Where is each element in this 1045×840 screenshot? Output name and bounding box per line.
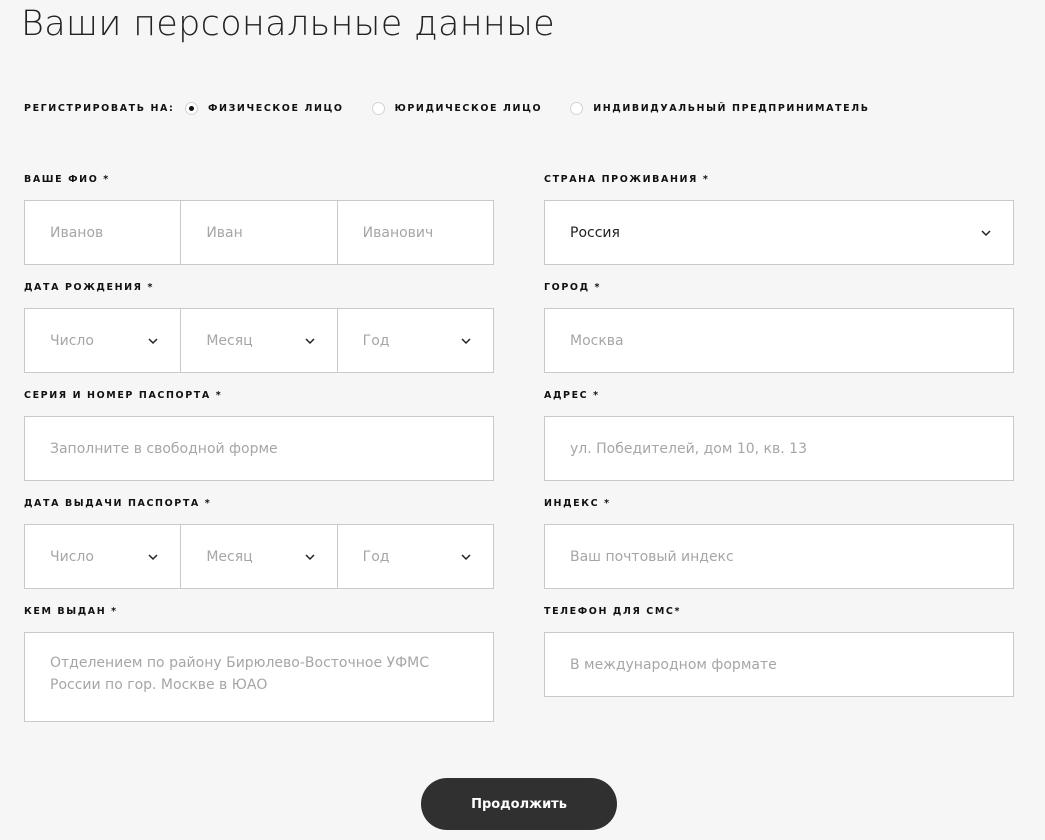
postcode-input[interactable]: Ваш почтовый индекс	[545, 525, 1013, 588]
address-placeholder: ул. Победителей, дом 10, кв. 13	[570, 440, 807, 457]
birth-year-placeholder: Год	[362, 332, 390, 349]
radio-label-individual: Физическое лицо	[208, 102, 344, 114]
middle-name-placeholder: Иванович	[362, 224, 434, 241]
first-name-input[interactable]: Иван	[181, 201, 338, 264]
passport-day-placeholder: Число	[50, 548, 94, 565]
passport-month-placeholder: Месяц	[206, 548, 253, 565]
issued-by-placeholder: Отделением по району Бирюлево-Восточное …	[50, 655, 429, 693]
page-title: Ваши персональные данные	[21, 4, 555, 44]
chevron-down-icon	[303, 550, 317, 564]
postcode-placeholder: Ваш почтовый индекс	[570, 548, 734, 565]
fio-field-group: Иванов Иван Иванович	[24, 200, 494, 265]
first-name-placeholder: Иван	[206, 224, 243, 241]
address-input[interactable]: ул. Победителей, дом 10, кв. 13	[545, 417, 1013, 480]
middle-name-input[interactable]: Иванович	[338, 201, 493, 264]
passport-field-box: Заполните в свободной форме	[24, 416, 494, 481]
issued-by-field-box: Отделением по району Бирюлево-Восточное …	[24, 632, 494, 722]
city-label: Город *	[544, 282, 602, 293]
birth-year-select[interactable]: Год	[338, 309, 493, 372]
birth-month-placeholder: Месяц	[206, 332, 253, 349]
chevron-down-icon	[146, 334, 160, 348]
phone-input[interactable]: В международном формате	[545, 633, 1013, 696]
chevron-down-icon	[146, 550, 160, 564]
phone-placeholder: В международном формате	[570, 656, 777, 673]
registration-type-label: Регистрировать на:	[24, 102, 175, 114]
radio-button[interactable]	[371, 101, 385, 115]
passport-label: Серия и номер паспорта *	[24, 390, 223, 401]
chevron-down-icon	[303, 334, 317, 348]
passport-day-select[interactable]: Число	[25, 525, 182, 588]
city-input[interactable]: Москва	[545, 309, 1013, 372]
address-label: Адрес *	[544, 390, 600, 401]
issued-by-label: Кем выдан *	[24, 606, 118, 617]
passport-date-field-group: Число Месяц Год	[24, 524, 494, 589]
city-field-box: Москва	[544, 308, 1014, 373]
postcode-label: Индекс *	[544, 498, 611, 509]
issued-by-textarea[interactable]: Отделением по району Бирюлево-Восточное …	[25, 633, 493, 721]
personal-data-page: Ваши персональные данные Регистрировать …	[0, 0, 1045, 840]
last-name-input[interactable]: Иванов	[25, 201, 182, 264]
birth-date-field-group: Число Месяц Год	[24, 308, 494, 373]
birth-date-label: Дата рождения *	[24, 282, 155, 293]
radio-individual[interactable]: Физическое лицо	[185, 101, 344, 115]
chevron-down-icon	[459, 550, 473, 564]
passport-placeholder: Заполните в свободной форме	[50, 440, 278, 457]
passport-month-select[interactable]: Месяц	[181, 525, 338, 588]
radio-label-legal-entity: Юридическое лицо	[394, 102, 543, 114]
passport-input[interactable]: Заполните в свободной форме	[25, 417, 493, 480]
last-name-placeholder: Иванов	[50, 224, 104, 241]
passport-date-label: Дата выдачи паспорта *	[24, 498, 212, 509]
country-label: Страна проживания *	[544, 174, 710, 185]
city-placeholder: Москва	[570, 332, 624, 349]
postcode-field-box: Ваш почтовый индекс	[544, 524, 1014, 589]
radio-button[interactable]	[570, 101, 584, 115]
fio-label: Ваше ФИО *	[24, 174, 110, 185]
radio-legal-entity[interactable]: Юридическое лицо	[371, 101, 543, 115]
phone-label: Телефон для СМС*	[544, 606, 682, 617]
radio-entrepreneur[interactable]: Индивидуальный предприниматель	[570, 101, 870, 115]
birth-day-select[interactable]: Число	[25, 309, 182, 372]
phone-field-box: В международном формате	[544, 632, 1014, 697]
country-value: Россия	[570, 224, 620, 241]
registration-type-group: Регистрировать на: Физическое лицо Юриди…	[24, 100, 870, 116]
country-select[interactable]: Россия	[545, 201, 1013, 264]
passport-year-placeholder: Год	[362, 548, 390, 565]
address-field-box: ул. Победителей, дом 10, кв. 13	[544, 416, 1014, 481]
chevron-down-icon	[459, 334, 473, 348]
radio-label-entrepreneur: Индивидуальный предприниматель	[593, 102, 870, 114]
country-field-box: Россия	[544, 200, 1014, 265]
radio-button-checked[interactable]	[185, 101, 198, 115]
passport-year-select[interactable]: Год	[338, 525, 493, 588]
birth-month-select[interactable]: Месяц	[181, 309, 338, 372]
chevron-down-icon	[979, 226, 993, 240]
birth-day-placeholder: Число	[50, 332, 94, 349]
continue-button[interactable]: Продолжить	[421, 778, 617, 830]
